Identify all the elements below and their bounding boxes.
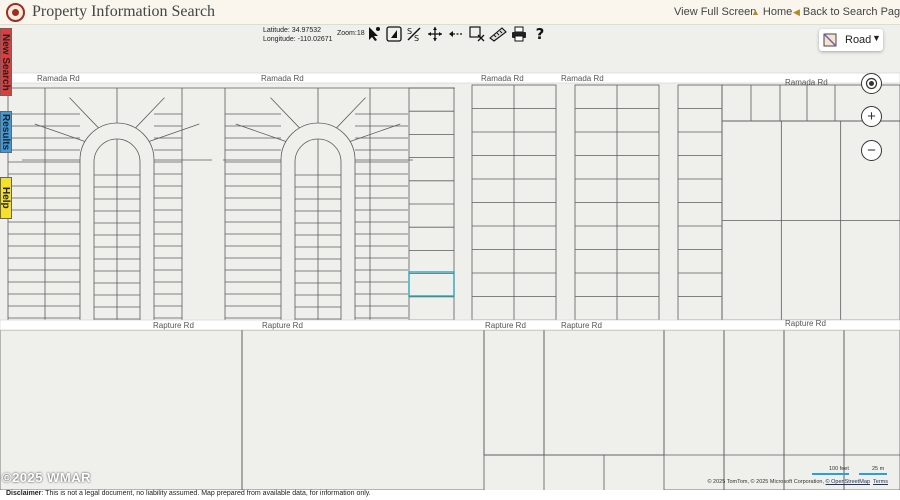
- help-tool-button[interactable]: ?: [531, 25, 549, 43]
- basemap-icon: [823, 33, 837, 47]
- home-link-label: Home: [762, 6, 793, 18]
- terms-link[interactable]: Terms: [873, 479, 888, 485]
- parcel-map[interactable]: Ramada Rd Ramada Rd Ramada Rd Ramada Rd …: [0, 25, 900, 490]
- basemap-selector[interactable]: Road ▼: [819, 29, 883, 51]
- map-canvas[interactable]: Ramada Rd Ramada Rd Ramada Rd Ramada Rd …: [0, 25, 900, 490]
- basemap-selected-label: Road: [845, 34, 872, 46]
- road-label-rapture: Rapture Rd: [262, 321, 303, 330]
- minus-icon: −: [867, 142, 876, 159]
- page-title: Property Information Search: [32, 3, 216, 20]
- road-label-rapture: Rapture Rd: [153, 321, 194, 330]
- svg-text:S: S: [414, 34, 419, 42]
- road-label-ramada: Ramada Rd: [481, 74, 524, 83]
- help-icon: ?: [535, 25, 545, 43]
- locate-me-button[interactable]: [861, 73, 882, 94]
- back-arrow-icon: ◀: [793, 7, 800, 17]
- select-icon: [369, 27, 380, 41]
- previous-extent-button[interactable]: [447, 25, 465, 43]
- clear-selection-icon: [469, 26, 485, 42]
- road-label-rapture: Rapture Rd: [785, 319, 826, 328]
- scale-meters-label: 25 m: [872, 466, 885, 472]
- measure-icon: SS: [407, 27, 421, 42]
- home-icon: ▲: [751, 7, 760, 17]
- road-label-ramada: Ramada Rd: [561, 74, 604, 83]
- help-tab[interactable]: Help: [0, 177, 12, 219]
- road-label-rapture: Rapture Rd: [485, 321, 526, 330]
- measure-tool-button[interactable]: SS: [405, 25, 423, 43]
- attribution-text: © 2025 TomTom, © 2025 Microsoft Corporat…: [707, 479, 824, 485]
- scale-feet-label: 100 feet: [829, 466, 849, 472]
- header-bar: Property Information Search View Full Sc…: [0, 0, 900, 25]
- watermark: ©2025 WMAR: [2, 470, 91, 485]
- zoom-level-readout: Zoom:18: [337, 30, 365, 37]
- identify-tool-button[interactable]: [385, 25, 403, 43]
- ruler-tool-button[interactable]: [489, 25, 507, 43]
- road-label-ramada: Ramada Rd: [785, 78, 828, 87]
- scale-feet-bar: [812, 473, 849, 475]
- zoom-in-button[interactable]: +: [861, 106, 882, 127]
- select-tool-button[interactable]: [365, 25, 383, 43]
- disclaimer-label: Disclaimer: [6, 490, 42, 497]
- road-label-ramada: Ramada Rd: [37, 74, 80, 83]
- disclaimer-bar: Disclaimer: This is not a legal document…: [0, 490, 900, 500]
- svg-text:S: S: [407, 27, 412, 36]
- pan-tool-button[interactable]: [426, 25, 444, 43]
- back-to-search-label: Back to Search Page: [802, 6, 900, 18]
- disclaimer-text: : This is not a legal document, no liabi…: [41, 490, 371, 497]
- locate-icon: [865, 77, 878, 90]
- home-link[interactable]: ▲ Home: [751, 6, 792, 18]
- latitude-readout: Latitude: 34.97532: [263, 27, 321, 34]
- identify-icon: [386, 26, 402, 42]
- road-label-ramada: Ramada Rd: [261, 74, 304, 83]
- zoom-out-button[interactable]: −: [861, 140, 882, 161]
- scale-bar: 100 feet 25 m: [812, 465, 888, 475]
- clear-selection-button[interactable]: [468, 25, 486, 43]
- county-seal-logo: [6, 3, 25, 22]
- coordinate-readout: Latitude: 34.97532 Longitude: -110.02671: [263, 26, 333, 44]
- new-search-tab[interactable]: New Search: [0, 28, 12, 96]
- view-full-screen-link[interactable]: View Full Screen: [674, 6, 756, 18]
- back-to-search-link[interactable]: ◀ Back to Search Page: [793, 6, 900, 18]
- print-button[interactable]: [510, 25, 528, 43]
- longitude-readout: Longitude: -110.02671: [263, 36, 333, 43]
- previous-extent-icon: [449, 31, 463, 37]
- results-tab[interactable]: Results: [0, 111, 12, 153]
- plus-icon: +: [867, 108, 876, 125]
- print-icon: [512, 26, 526, 42]
- pan-icon: [428, 27, 442, 41]
- road-label-rapture: Rapture Rd: [561, 321, 602, 330]
- openstreetmap-link[interactable]: © OpenStreetMap: [826, 479, 870, 485]
- chevron-down-icon: ▼: [872, 33, 881, 43]
- ruler-icon: [489, 27, 507, 42]
- scale-meters-bar: [859, 473, 887, 475]
- map-attribution: © 2025 TomTom, © 2025 Microsoft Corporat…: [707, 479, 888, 485]
